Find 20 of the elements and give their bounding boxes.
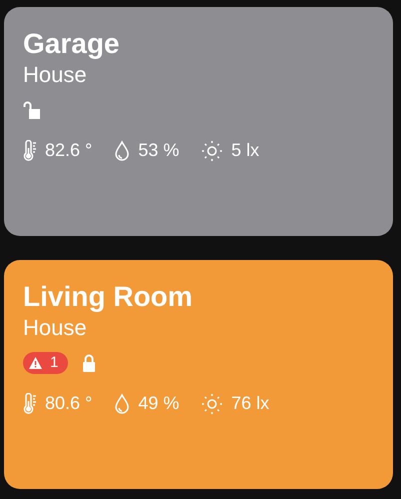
water-drop-icon (114, 140, 130, 162)
room-card[interactable]: Living Room House 1 80.6 ° 49 % 76 lx (4, 260, 393, 489)
room-name: Living Room (23, 280, 194, 314)
sensor-reading: 53 % (138, 139, 180, 162)
sun-icon (201, 392, 224, 414)
sun-icon (201, 140, 224, 162)
sensor-reading: 80.6 ° (45, 392, 92, 415)
thermometer-icon (23, 392, 37, 414)
room-name: Garage (23, 27, 120, 61)
sensor-reading: 5 lx (231, 139, 260, 162)
room-card[interactable]: Garage House 82.6 ° 53 % 5 lx (4, 7, 393, 236)
sensor-reading: 49 % (138, 392, 180, 415)
thermometer-icon (23, 140, 37, 162)
home-name: House (23, 61, 88, 89)
alert-count: 1 (50, 352, 60, 373)
warning-icon (29, 357, 42, 369)
sensor-reading: 76 lx (231, 392, 270, 415)
water-drop-icon (114, 392, 130, 414)
sensor-reading: 82.6 ° (45, 139, 92, 162)
home-name: House (23, 314, 88, 342)
